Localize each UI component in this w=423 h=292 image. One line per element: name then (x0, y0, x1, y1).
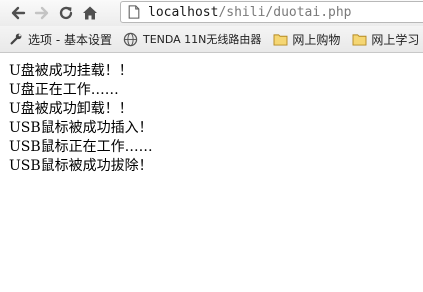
output-line: USB鼠标被成功插入！ (9, 120, 153, 136)
output-line: U盘被成功卸载！！ (9, 101, 133, 117)
forward-arrow-icon[interactable] (30, 2, 54, 24)
url-host: localhost (148, 4, 219, 20)
folder-icon (272, 31, 288, 47)
bookmark-learning[interactable]: 网上学习 (351, 29, 419, 49)
bookmark-shopping[interactable]: 网上购物 (272, 29, 340, 49)
browser-toolbar: localhost/shili/duotai.php (0, 0, 423, 26)
folder-icon (351, 31, 367, 47)
output-line: USB鼠标被成功拔除！ (9, 158, 153, 174)
wrench-icon (8, 31, 24, 47)
bookmark-label: TENDA 11N无线路由器 (142, 33, 262, 46)
page-icon (126, 4, 142, 20)
reload-icon[interactable] (54, 2, 78, 24)
globe-icon (123, 31, 139, 47)
bookmark-tenda[interactable]: TENDA 11N无线路由器 (123, 29, 261, 49)
address-bar[interactable]: localhost/shili/duotai.php (120, 1, 423, 23)
home-icon[interactable] (78, 2, 102, 24)
url-text[interactable]: localhost/shili/duotai.php (148, 5, 352, 20)
bookmarks-bar: 选项 - 基本设置 TENDA 11N无线路由器 网上购物 网上学习 (0, 26, 423, 53)
url-path: /shili/duotai.php (218, 4, 352, 20)
bookmark-label: 网上购物 (292, 32, 341, 47)
output-line: U盘正在工作…… (9, 82, 119, 98)
output-line: USB鼠标正在工作…… (9, 139, 153, 155)
page-content: U盘被成功挂载！！ U盘正在工作…… U盘被成功卸载！！ USB鼠标被成功插入！… (9, 62, 153, 176)
output-line: U盘被成功挂载！！ (9, 63, 133, 79)
bookmark-label: 选项 - 基本设置 (28, 32, 112, 47)
bookmark-options[interactable]: 选项 - 基本设置 (8, 29, 112, 49)
back-arrow-icon[interactable] (6, 2, 30, 24)
bookmark-label: 网上学习 (371, 32, 420, 47)
